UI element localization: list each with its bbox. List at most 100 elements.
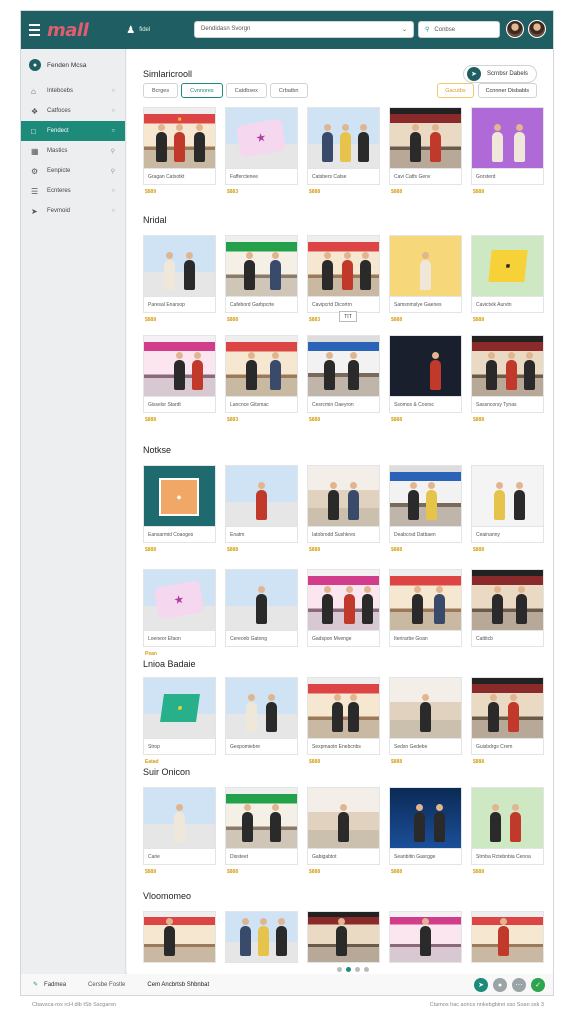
product-caption: Sassncorsy Tynas [471, 397, 544, 413]
sidebar-item-intebcebs[interactable]: ⌂ Intebcebs ○ [21, 81, 125, 101]
sidebar-item-fendect[interactable]: □ Fendect ○ [21, 121, 125, 141]
copyright-right: Ctamos hac aoncs nnkebgbirei sso Soan ss… [429, 1002, 544, 1008]
product-card[interactable]: Gorsterd $888 [471, 107, 544, 201]
product-image [143, 235, 216, 297]
sidebar-header[interactable]: ● Fenden Mcsa [21, 49, 125, 81]
sidebar-item-fevmoid[interactable]: ➤ Fevmoid ○ [21, 201, 125, 221]
product-card[interactable]: Paresal Enarsop $888 [143, 235, 216, 329]
product-card[interactable]: ★ Fafferctenee $883 [225, 107, 298, 201]
sidebar-item-catfoces[interactable]: ❖ Catfoces ○ [21, 101, 125, 121]
tag-icon: ❖ [31, 106, 39, 116]
product-card[interactable]: Gexpomiebre [225, 677, 298, 771]
product-card[interactable]: Carie $888 [143, 787, 216, 881]
sidebar-item-ecnteres[interactable]: ☰ Ecnteres ○ [21, 181, 125, 201]
details-button[interactable]: ➤ Scrnbsr Dabels [462, 65, 537, 83]
hamburger-icon[interactable] [21, 11, 47, 49]
product-card[interactable]: Iatobrodd Sushkres $888 [307, 465, 380, 559]
footer-bar: ✎ Fadmea Cersbe Fostle Cem Ancbrtsb Shbnb… [20, 974, 554, 996]
filter-pill[interactable]: Catdbsex [225, 83, 267, 98]
chevron-down-icon[interactable]: ⌄ [402, 26, 407, 33]
product-card[interactable] [143, 911, 216, 975]
section-title: Lnioa Badaie [143, 659, 196, 669]
sidebar-item-mastics[interactable]: ▦ Mastics ⚲ [21, 141, 125, 161]
filter-pill[interactable]: Crbatbn [269, 83, 308, 98]
search-input[interactable]: Dendidasn Svorgn ⌄ [194, 21, 414, 38]
product-caption: Strop [143, 739, 216, 755]
user-menu[interactable]: ♟ fidel [126, 25, 150, 36]
product-caption: Ceainanny [471, 527, 544, 543]
user-label: fidel [139, 27, 151, 33]
product-card[interactable] [471, 911, 544, 975]
sidebar-item-eenpicte[interactable]: ⚙ Eenpicte ⚲ [21, 161, 125, 181]
product-card[interactable]: Dissteet $888 [225, 787, 298, 881]
product-card[interactable]: Ssomos & Coorsc $888 [389, 335, 462, 429]
product-card[interactable]: Cattitcb [471, 569, 544, 663]
footer-link[interactable]: ✎ Fadmea [33, 981, 66, 989]
product-caption: Catsbers Catse [307, 169, 380, 185]
gift-box-graphic: ■ [160, 694, 200, 722]
product-card[interactable] [389, 911, 462, 975]
product-caption: Gisselsr Stardt [143, 397, 216, 413]
page-dot[interactable] [355, 967, 360, 972]
product-card[interactable]: Lancnce Gitsmac $883 [225, 335, 298, 429]
product-price: $888 [227, 317, 239, 323]
avatar[interactable] [528, 20, 546, 38]
product-price: $888 [391, 547, 403, 553]
product-card[interactable]: Sedsn Gedebe $888 [389, 677, 462, 771]
product-card[interactable]: ■ Cavictvik Aurvtn $888 [471, 235, 544, 329]
filter-pill[interactable]: Cvnnores [181, 83, 223, 98]
sidebar-item-label: Intebcebs [47, 88, 74, 94]
product-card[interactable]: Gadspon Mvenge [307, 569, 380, 663]
pagination [337, 967, 369, 972]
product-card[interactable] [307, 911, 380, 975]
page-dot-active[interactable] [346, 967, 351, 972]
chat-icon[interactable]: ● [493, 978, 507, 992]
product-card[interactable]: ■ Strop Eatad [143, 677, 216, 771]
right-filters: Gacutbs Ccnnner Disbabls [437, 83, 537, 98]
footer-link[interactable]: Cersbe Fostle [88, 982, 125, 988]
product-card[interactable]: Cereonb Gatong [225, 569, 298, 663]
product-price: $888 [473, 547, 485, 553]
secondary-search[interactable]: ⚲ Conbse [418, 21, 500, 38]
footer-actions: ➤ ● ⋯ ✓ [474, 978, 545, 992]
product-card[interactable]: Strnba Rctebnbia Cenoa $888 [471, 787, 544, 881]
product-image [389, 569, 462, 631]
page-dot[interactable] [337, 967, 342, 972]
product-card[interactable]: Guisbdrgs Crem $888 [471, 677, 544, 771]
page-dot[interactable] [364, 967, 369, 972]
product-caption: Iatobrodd Sushkres [307, 527, 380, 543]
avatar[interactable] [506, 20, 524, 38]
product-card[interactable]: Gabigabtot $888 [307, 787, 380, 881]
filter-pill[interactable]: Ccnnner Disbabls [477, 83, 537, 98]
pen-icon: ✎ [33, 982, 39, 988]
product-card[interactable]: Gisselsr Stardt $888 [143, 335, 216, 429]
product-image [225, 235, 298, 297]
product-card[interactable]: ◆ Eansarmid Coaoges $888 [143, 465, 216, 559]
product-image [471, 677, 544, 739]
product-card[interactable]: Cesrcmin Oaeyron $888 [307, 335, 380, 429]
share-icon[interactable]: ➤ [474, 978, 488, 992]
product-card[interactable]: Ceainanny $888 [471, 465, 544, 559]
more-icon[interactable]: ⋯ [512, 978, 526, 992]
product-card[interactable]: ■ Gragan Catsotkt $889 [143, 107, 216, 201]
sidebar-item-label: Fendect [47, 128, 69, 134]
product-card[interactable] [225, 911, 298, 975]
product-card[interactable]: Catsbers Catse $888 [307, 107, 380, 201]
product-card[interactable]: Deabcrsd Datbaen $888 [389, 465, 462, 559]
filter-pill[interactable]: Bcrges [143, 83, 179, 98]
product-image [225, 677, 298, 739]
product-card[interactable]: Cavi Catfs Genv $888 [389, 107, 462, 201]
product-card[interactable]: Seanbitin Gasrgge $888 [389, 787, 462, 881]
product-card[interactable]: Cafebord Garbpcrte $888 [225, 235, 298, 329]
product-card[interactable]: Sexpmaotn Enebcnbs $888 [307, 677, 380, 771]
product-card[interactable]: ★ Loeneor Efaon Pean [143, 569, 216, 663]
product-price: $888 [145, 547, 157, 553]
product-card[interactable]: Sassncorsy Tynas $888 [471, 335, 544, 429]
product-card[interactable]: Iterirarbe Goan [389, 569, 462, 663]
product-image [307, 335, 380, 397]
check-icon[interactable]: ✓ [531, 978, 545, 992]
app-logo[interactable]: mall [47, 20, 89, 41]
product-card[interactable]: Enatm $888 [225, 465, 298, 559]
product-card[interactable]: Samsnmslye Gaenes $888 [389, 235, 462, 329]
filter-pill[interactable]: Gacutbs [437, 83, 474, 98]
